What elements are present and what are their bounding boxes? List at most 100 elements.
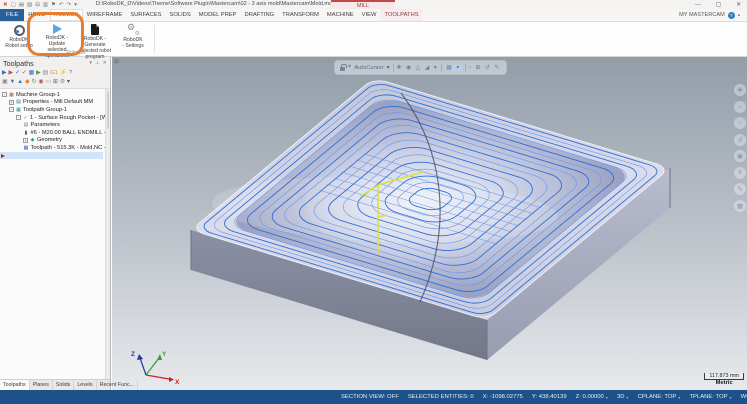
- tab-home[interactable]: HOME: [24, 9, 49, 21]
- tab-toolpaths[interactable]: TOOLPATHS: [380, 9, 422, 21]
- tree-scrollbar[interactable]: [105, 89, 110, 379]
- tab-surfaces[interactable]: SURFACES: [126, 9, 165, 21]
- open-icon[interactable]: ▧: [27, 2, 32, 8]
- panel-menu-icon[interactable]: ▾: [90, 60, 93, 66]
- close-button[interactable]: ✕: [736, 2, 741, 8]
- tab-file[interactable]: FILE: [0, 9, 24, 21]
- robodk-update-operations-button[interactable]: RoboDK - Update selected operations: [38, 24, 76, 49]
- expand-all-icon[interactable]: ⊞: [53, 80, 58, 86]
- tree-item-toolpath-file[interactable]: ▦ Toolpath - 515.3K - Mold.NC - Program: [0, 144, 110, 152]
- tab-transform[interactable]: TRANSFORM: [278, 9, 323, 21]
- solids-tool-icon[interactable]: ▦: [734, 200, 746, 212]
- robodk-generate-program-button[interactable]: RoboDK - Generate selected robot program: [76, 24, 114, 49]
- wcs-selector[interactable]: WCS: TOP ▾: [741, 394, 747, 400]
- minimize-button[interactable]: —: [695, 2, 701, 8]
- tab-solids-panel[interactable]: Solids: [53, 380, 74, 390]
- restore-button[interactable]: ▢: [716, 2, 721, 8]
- options-gear-icon[interactable]: ⚙: [60, 80, 65, 86]
- collapse-box-icon[interactable]: -: [2, 92, 7, 97]
- measure-tool-icon[interactable]: ↔: [734, 101, 746, 113]
- graphics-viewport[interactable]: X Y Z ⊞ ⌖ AutoCursor ▾ ✚ ◉ △ ◢ ▾ ▦ ▾ ▫ ⊞…: [112, 57, 747, 390]
- flag-icon[interactable]: ⚑: [51, 2, 56, 8]
- tab-levels-panel[interactable]: Levels: [74, 380, 96, 390]
- move-down-icon[interactable]: ▼: [9, 80, 15, 86]
- tplane-selector[interactable]: TPLANE: TOP ▾: [689, 394, 731, 400]
- select-all-operations-icon[interactable]: ▶: [2, 71, 6, 77]
- robodk-robot-setup-button[interactable]: RoboDK Robot setup: [0, 24, 38, 49]
- post-icon[interactable]: G1: [50, 71, 58, 77]
- regenerate-selected-icon[interactable]: ✓: [15, 71, 20, 77]
- redo-icon[interactable]: ↷: [67, 2, 72, 8]
- selection-tools-icons[interactable]: ✚ ◉ △ ◢ ▾: [397, 65, 439, 71]
- selection-filter-icons[interactable]: ▫ ⊞ ↺ ✎: [469, 65, 501, 71]
- verify-icon[interactable]: ▶: [36, 71, 40, 77]
- panel-close-icon[interactable]: ✕: [103, 60, 107, 66]
- tab-robodk[interactable]: ROBODK: [50, 9, 83, 21]
- tab-view[interactable]: VIEW: [358, 9, 381, 21]
- autocursor-dropdown[interactable]: AutoCursor: [354, 65, 383, 71]
- more-icon[interactable]: ▾: [67, 80, 70, 86]
- highfeed-icon[interactable]: ⚡: [60, 71, 67, 77]
- dimension-mode-toggle[interactable]: 3D ▾: [617, 394, 629, 400]
- tree-item-geometry[interactable]: + ◆ Geometry: [0, 137, 110, 145]
- panel-pin-icon[interactable]: ⊥: [95, 60, 100, 66]
- tab-recent-functions-panel[interactable]: Recent Func...: [97, 380, 138, 390]
- new-file-icon[interactable]: ▢: [11, 2, 16, 8]
- simulate-icon[interactable]: ▤: [43, 71, 48, 77]
- sketch-tool-icon[interactable]: ✎: [734, 183, 746, 195]
- collapse-box-icon[interactable]: -: [9, 107, 14, 112]
- tab-model-prep[interactable]: MODEL PREP: [195, 9, 241, 21]
- print-icon[interactable]: ⊟: [35, 2, 40, 8]
- tree-item-toolpath-group[interactable]: - ▦ Toolpath Group-1: [0, 106, 110, 114]
- tree-item-operation[interactable]: - ✓ 1 - Surface Rough Pocket - [WCS: Top…: [0, 114, 110, 122]
- cplane-selector[interactable]: CPLANE: TOP ▾: [638, 394, 681, 400]
- chevron-down-icon: ▾: [606, 395, 608, 400]
- parameters-icon: ▤: [23, 122, 29, 128]
- delete-icon[interactable]: ▭: [45, 80, 50, 86]
- tree-item-tool[interactable]: ▮ #6 - M20.00 BALL ENDMILL - BALL-NOS: [0, 129, 110, 137]
- backplot-icon[interactable]: ▦: [29, 71, 34, 77]
- tab-machine[interactable]: MACHINE: [323, 9, 358, 21]
- help-icon[interactable]: ?: [69, 71, 72, 77]
- customize-qat-icon[interactable]: ▾: [74, 2, 77, 8]
- ribbon-group-label: RoboDK: [0, 50, 152, 56]
- refresh-icon[interactable]: ↻: [31, 80, 36, 86]
- coordinate-z[interactable]: Z: 0.00000 ▾: [576, 394, 608, 400]
- section-view-status[interactable]: SECTION VIEW: OFF: [341, 394, 399, 400]
- regenerate-dirty-icon[interactable]: ✓: [22, 71, 27, 77]
- fit-view-icon[interactable]: ▣: [734, 150, 746, 162]
- expand-box-icon[interactable]: +: [9, 100, 14, 105]
- insert-arrow-icon[interactable]: ◆: [25, 80, 29, 86]
- tab-toolpaths-panel[interactable]: Toolpaths: [0, 380, 30, 390]
- my-mastercam[interactable]: MY MASTERCAM ? ▴: [679, 9, 747, 21]
- save-as-icon[interactable]: ▥: [43, 2, 48, 8]
- move-up-icon[interactable]: ▲: [17, 80, 23, 86]
- tree-item-machine-group[interactable]: - ▦ Machine Group-1: [0, 91, 110, 99]
- grid-snap-icon[interactable]: ▦ ▾: [445, 65, 462, 71]
- chevron-up-icon: ▴: [738, 12, 740, 18]
- robodk-settings-button[interactable]: ⚙ ⚙ RoboDK - Settings: [114, 24, 152, 49]
- tab-solids[interactable]: SOLIDS: [165, 9, 194, 21]
- tree-label: Geometry: [37, 137, 62, 143]
- panel-collapse-icon[interactable]: ⊞: [114, 58, 119, 65]
- tab-drafting[interactable]: DRAFTING: [241, 9, 279, 21]
- insert-position-row[interactable]: [0, 152, 103, 160]
- tree-item-properties[interactable]: + ▤ Properties - Mill Default MM: [0, 99, 110, 107]
- chevron-down-icon[interactable]: ▾: [387, 65, 390, 71]
- undo-icon[interactable]: ↶: [59, 2, 64, 8]
- expand-box-icon[interactable]: +: [23, 138, 28, 143]
- tree-item-parameters[interactable]: ▤ Parameters: [0, 121, 110, 129]
- analyze-tool-icon[interactable]: ✚: [734, 84, 746, 96]
- rotate-tool-icon[interactable]: ↺: [734, 134, 746, 146]
- lock-feedrates-icon[interactable]: ▣: [2, 80, 7, 86]
- lock-icon[interactable]: [340, 67, 345, 71]
- tab-wireframe[interactable]: WIREFRAME: [83, 9, 126, 21]
- circle-tool-icon[interactable]: ○: [734, 117, 746, 129]
- save-icon[interactable]: ▤: [19, 2, 24, 8]
- tab-planes-panel[interactable]: Planes: [30, 380, 53, 390]
- selection-toolbar: ⌖ AutoCursor ▾ ✚ ◉ △ ◢ ▾ ▦ ▾ ▫ ⊞ ↺ ✎: [335, 61, 506, 74]
- section-tool-icon[interactable]: #: [734, 167, 746, 179]
- display-toolpaths-icon[interactable]: ◉: [38, 80, 43, 86]
- select-dirty-operations-icon[interactable]: ▶: [8, 71, 12, 77]
- collapse-box-icon[interactable]: -: [16, 115, 21, 120]
